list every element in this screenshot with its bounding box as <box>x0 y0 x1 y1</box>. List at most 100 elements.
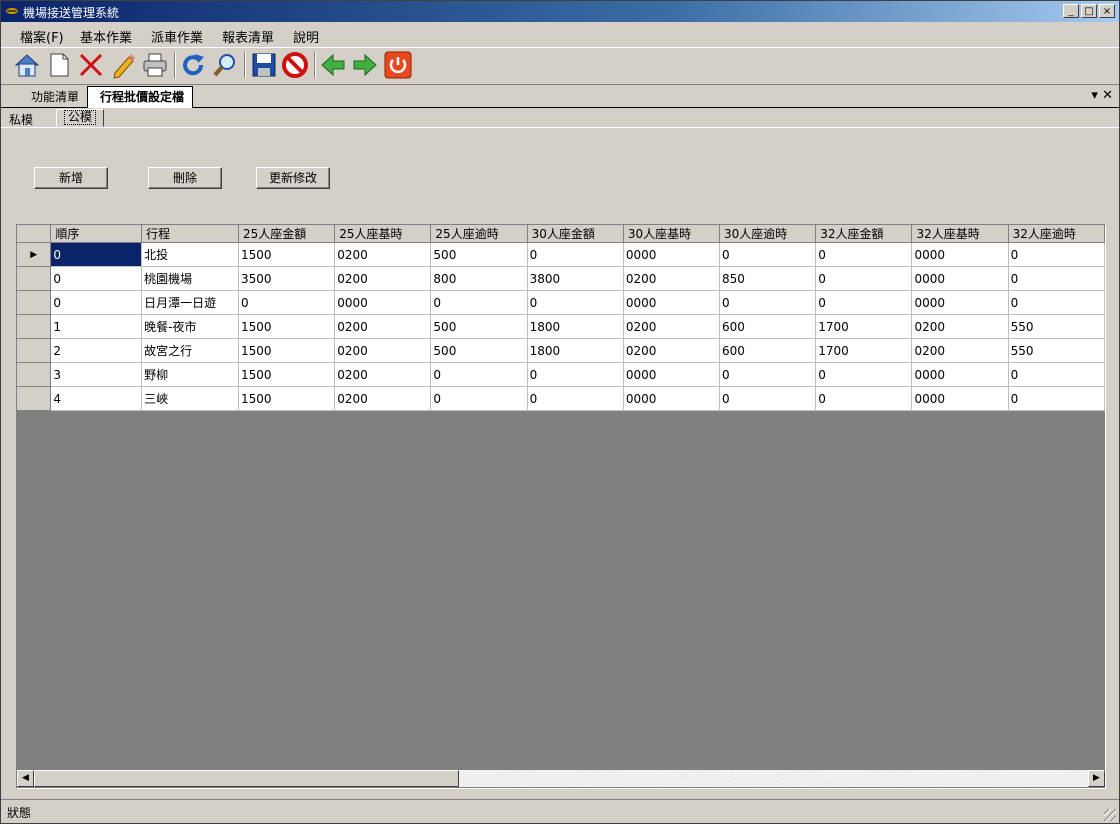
table-cell[interactable]: 2 <box>50 338 143 363</box>
new-document-icon[interactable] <box>45 51 73 79</box>
table-cell[interactable]: 0000 <box>911 242 1009 267</box>
resize-grip[interactable] <box>1104 809 1116 821</box>
table-cell[interactable]: 0200 <box>623 338 721 363</box>
table-cell[interactable]: 0 <box>719 362 817 387</box>
table-cell[interactable]: 0 <box>430 362 528 387</box>
table-cell[interactable]: 0200 <box>334 362 432 387</box>
column-header[interactable]: 30人座基時 <box>623 225 721 243</box>
column-header[interactable]: 30人座金額 <box>527 225 624 243</box>
search-icon[interactable] <box>211 51 239 79</box>
table-cell[interactable]: 0 <box>815 362 913 387</box>
table-cell[interactable]: 0000 <box>623 242 721 267</box>
table-cell[interactable]: 0 <box>815 386 913 411</box>
table-cell[interactable]: 850 <box>719 266 817 291</box>
column-header[interactable]: 25人座金額 <box>238 225 336 243</box>
table-row[interactable]: 3 野柳 1500 0200 0 0 0000 0 0 0000 0 <box>17 362 1105 387</box>
table-cell[interactable]: 0200 <box>911 338 1009 363</box>
add-button[interactable]: 新增 <box>34 167 108 189</box>
subtab-public[interactable]: 公模 <box>56 109 104 127</box>
edit-icon[interactable] <box>109 51 137 79</box>
table-cell[interactable]: 0200 <box>334 242 432 267</box>
table-cell[interactable]: 三峽 <box>141 386 240 411</box>
table-cell[interactable]: 1500 <box>238 362 336 387</box>
table-cell[interactable]: 0 <box>50 266 143 291</box>
menu-dispatch[interactable]: 派車作業 <box>151 27 203 46</box>
column-header[interactable]: 25人座基時 <box>334 225 432 243</box>
table-cell[interactable]: 0 <box>815 290 913 315</box>
table-cell[interactable]: 0 <box>1008 362 1105 387</box>
table-cell[interactable]: 600 <box>719 314 817 339</box>
power-icon[interactable] <box>384 51 412 79</box>
table-cell[interactable]: 0 <box>719 386 817 411</box>
row-header[interactable] <box>17 338 52 363</box>
table-cell[interactable]: 0 <box>50 290 143 315</box>
table-cell[interactable]: 1500 <box>238 242 336 267</box>
table-row[interactable]: 0 日月潭一日遊 0 0000 0 0 0000 0 0 0000 0 <box>17 290 1105 315</box>
minimize-button[interactable]: _ <box>1063 4 1079 18</box>
row-header[interactable] <box>17 314 52 339</box>
table-cell[interactable]: 1800 <box>527 338 624 363</box>
table-cell[interactable]: 0 <box>719 290 817 315</box>
table-row[interactable]: 1 晚餐-夜市 1500 0200 500 1800 0200 600 1700 0200 550 <box>17 314 1105 339</box>
tab-trip-pricing[interactable]: 行程批價設定檔 <box>87 86 194 108</box>
table-row[interactable]: 4 三峽 1500 0200 0 0 0000 0 0 0000 0 <box>17 386 1105 411</box>
table-cell[interactable]: 3800 <box>527 266 624 291</box>
table-cell[interactable]: 0000 <box>911 290 1009 315</box>
dropdown-icon[interactable]: ▾ <box>1091 88 1098 103</box>
table-cell[interactable]: 500 <box>430 242 528 267</box>
table-cell[interactable]: 550 <box>1008 314 1105 339</box>
scroll-left-button[interactable]: ◀ <box>17 770 34 787</box>
table-cell[interactable]: 3500 <box>238 266 336 291</box>
table-cell[interactable]: 0200 <box>623 266 721 291</box>
back-arrow-icon[interactable] <box>319 51 347 79</box>
table-cell[interactable]: 0 <box>1008 242 1105 267</box>
menu-basic[interactable]: 基本作業 <box>80 27 132 46</box>
table-cell[interactable]: 0 <box>527 290 624 315</box>
column-header[interactable]: 30人座逾時 <box>719 225 817 243</box>
table-cell[interactable]: 1 <box>50 314 143 339</box>
table-cell[interactable]: 500 <box>430 338 528 363</box>
menu-reports[interactable]: 報表清單 <box>222 27 274 46</box>
table-cell[interactable]: 0 <box>238 290 336 315</box>
cancel-icon[interactable] <box>281 51 309 79</box>
table-row[interactable]: 2 故宮之行 1500 0200 500 1800 0200 600 1700 0200 550 <box>17 338 1105 363</box>
print-icon[interactable] <box>141 51 169 79</box>
table-cell[interactable]: 0 <box>527 242 624 267</box>
table-cell[interactable]: 0200 <box>334 314 432 339</box>
table-cell[interactable]: 0 <box>1008 266 1105 291</box>
table-cell[interactable]: 0 <box>430 386 528 411</box>
table-cell[interactable]: 0 <box>50 242 143 267</box>
delete-icon[interactable] <box>77 51 105 79</box>
table-cell[interactable]: 0 <box>527 362 624 387</box>
table-cell[interactable]: 0200 <box>911 314 1009 339</box>
refresh-icon[interactable] <box>179 51 207 79</box>
table-cell[interactable]: 0 <box>430 290 528 315</box>
column-header[interactable]: 32人座金額 <box>815 225 913 243</box>
table-cell[interactable]: 0000 <box>911 362 1009 387</box>
row-header[interactable] <box>17 386 52 411</box>
forward-arrow-icon[interactable] <box>351 51 379 79</box>
row-header[interactable] <box>17 290 52 315</box>
table-cell[interactable]: 3 <box>50 362 143 387</box>
column-header[interactable]: 行程 <box>141 225 240 243</box>
table-cell[interactable]: 550 <box>1008 338 1105 363</box>
table-cell[interactable]: 1500 <box>238 386 336 411</box>
table-cell[interactable]: 0 <box>719 242 817 267</box>
table-cell[interactable]: 1700 <box>815 314 913 339</box>
scroll-right-button[interactable]: ▶ <box>1088 770 1105 787</box>
column-header[interactable]: 32人座基時 <box>911 225 1009 243</box>
table-cell[interactable]: 0 <box>1008 290 1105 315</box>
row-header[interactable] <box>17 266 52 291</box>
tab-function-list[interactable]: 功能清單 <box>11 88 89 106</box>
table-cell[interactable]: 日月潭一日遊 <box>141 290 240 315</box>
table-cell[interactable]: 500 <box>430 314 528 339</box>
table-cell[interactable]: 故宮之行 <box>141 338 240 363</box>
table-cell[interactable]: 0200 <box>334 386 432 411</box>
table-cell[interactable]: 0000 <box>623 362 721 387</box>
table-cell[interactable]: 0200 <box>334 338 432 363</box>
table-cell[interactable]: 0000 <box>623 386 721 411</box>
table-cell[interactable]: 800 <box>430 266 528 291</box>
table-cell[interactable]: 北投 <box>141 242 240 267</box>
table-cell[interactable]: 晚餐-夜市 <box>141 314 240 339</box>
table-cell[interactable]: 桃園機場 <box>141 266 240 291</box>
